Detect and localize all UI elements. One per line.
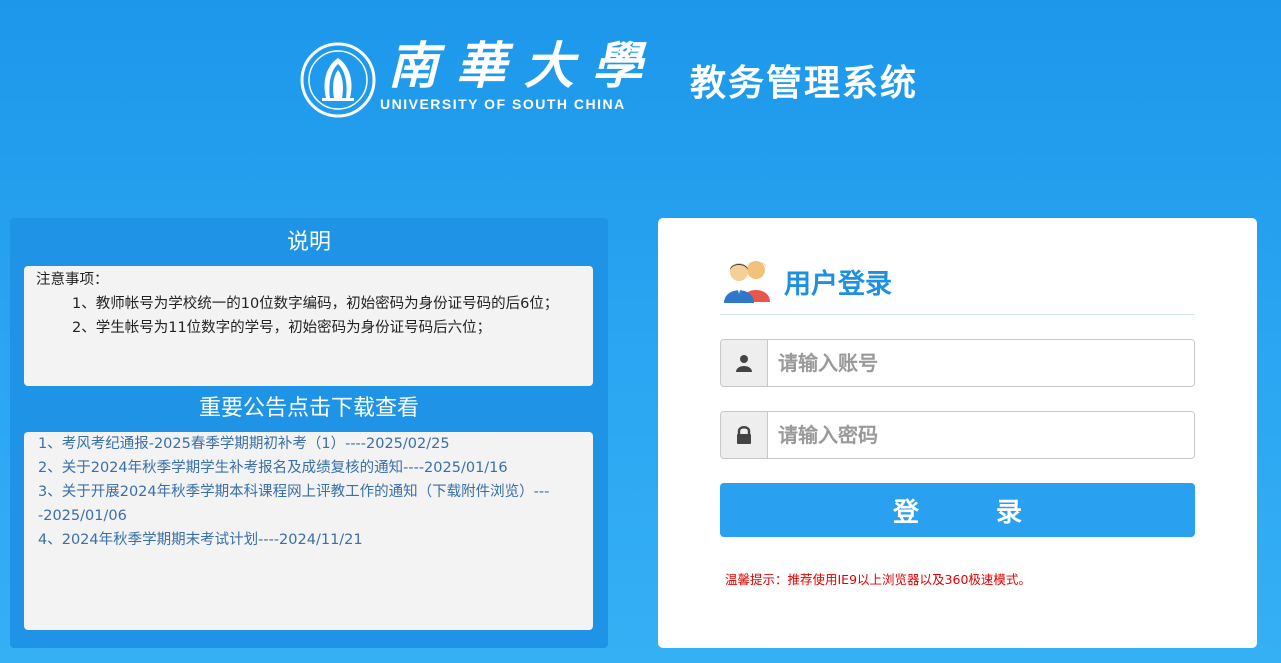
users-icon xyxy=(724,261,770,303)
school-name-cn: 南華大學 xyxy=(388,36,660,95)
school-name-en: UNIVERSITY OF SOUTH CHINA xyxy=(380,96,626,112)
lock-icon xyxy=(721,412,768,458)
username-group xyxy=(720,339,1195,387)
instructions-line: 2、学生帐号为11位数字的学号，初始密码为身份证号码后六位； xyxy=(72,320,492,336)
user-icon xyxy=(721,340,768,386)
browser-tip: 温馨提示：推荐使用IE9以上浏览器以及360极速模式。 xyxy=(725,572,1031,587)
password-group xyxy=(720,411,1195,459)
university-emblem-icon xyxy=(300,42,376,118)
instructions-heading: 说明 xyxy=(286,230,331,255)
instructions-line: 1、教师帐号为学校统一的10位数字编码，初始密码为身份证号码的后6位； xyxy=(72,296,559,312)
login-title: 用户登录 xyxy=(784,269,892,300)
notice-link[interactable]: 3、关于开展2024年秋季学期本科课程网上评教工作的通知（下载附件浏览）----… xyxy=(38,480,579,528)
notices-heading: 重要公告点击下载查看 xyxy=(198,396,419,421)
notices-list: 1、考风考纪通报-2025春季学期期初补考（1）----2025/02/25 2… xyxy=(24,432,593,630)
login-divider xyxy=(720,314,1195,315)
notice-link[interactable]: 4、2024年秋季学期期末考试计划----2024/11/21 xyxy=(38,528,579,552)
instructions-line: 注意事项： xyxy=(36,272,109,288)
login-panel: 用户登录 登 录 温馨提示：推荐使用IE9以上浏览器以及360极速模式。 xyxy=(658,218,1257,648)
notice-link[interactable]: 1、考风考纪通报-2025春季学期期初补考（1）----2025/02/25 xyxy=(38,432,579,456)
notice-link[interactable]: 2、关于2024年秋季学期学生补考报名及成绩复核的通知----2025/01/1… xyxy=(38,456,579,480)
instructions-box: 注意事项： 1、教师帐号为学校统一的10位数字编码，初始密码为身份证号码的后6位… xyxy=(24,266,593,386)
info-panel: 说明 注意事项： 1、教师帐号为学校统一的10位数字编码，初始密码为身份证号码的… xyxy=(10,218,608,648)
password-input[interactable] xyxy=(768,412,1194,458)
page-header: 南華大學 UNIVERSITY OF SOUTH CHINA 教务管理系统 xyxy=(0,0,1281,160)
login-button[interactable]: 登 录 xyxy=(720,483,1195,537)
username-input[interactable] xyxy=(768,340,1194,386)
system-title: 教务管理系统 xyxy=(690,63,919,104)
